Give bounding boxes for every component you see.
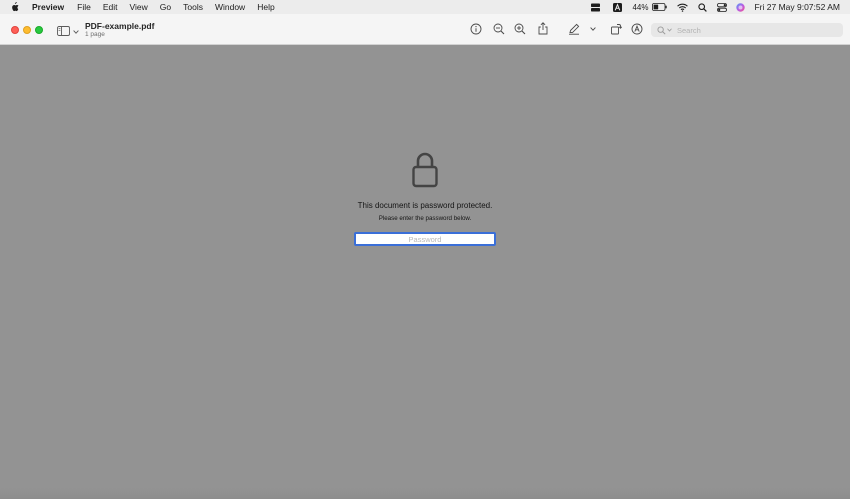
- document-page-count: 1 page: [85, 31, 105, 38]
- status-area: 44% Fri 27 May 9:07:52 AM: [583, 0, 840, 14]
- menu-window[interactable]: Window: [215, 2, 245, 12]
- apple-icon[interactable]: [10, 2, 21, 12]
- document-title-area[interactable]: PDF-example.pdf 1 page: [85, 21, 154, 39]
- password-input[interactable]: [354, 232, 496, 246]
- markup-menu-chevron-down-icon[interactable]: [589, 23, 597, 35]
- document-viewer: This document is password protected. Ple…: [0, 45, 850, 499]
- document-title: PDF-example.pdf: [85, 21, 155, 31]
- wifi-icon[interactable]: [677, 3, 689, 12]
- window-toolbar: PDF-example.pdf 1 page: [0, 14, 850, 45]
- search-input[interactable]: [677, 25, 837, 35]
- siri-icon[interactable]: [736, 2, 746, 12]
- enter-password-instruction: Please enter the password below.: [378, 215, 472, 222]
- menu-tools[interactable]: Tools: [183, 2, 203, 12]
- bottom-edge-shadow: [0, 488, 850, 499]
- zoom-out-icon[interactable]: [493, 23, 505, 35]
- menu-app-preview[interactable]: Preview: [32, 2, 64, 12]
- close-window-button[interactable]: [11, 26, 19, 34]
- window-controls: [11, 26, 47, 34]
- pencil-icon[interactable]: [568, 23, 580, 35]
- lock-icon: [412, 152, 438, 193]
- menu-view[interactable]: View: [130, 2, 148, 12]
- sidebar-toggle-button[interactable]: [57, 23, 79, 41]
- search-field[interactable]: [651, 23, 843, 37]
- spotlight-search-icon[interactable]: [698, 2, 708, 12]
- menu-go[interactable]: Go: [160, 2, 171, 12]
- menu-help[interactable]: Help: [257, 2, 274, 12]
- chevron-down-icon: [73, 30, 79, 34]
- menu-bar: Preview File Edit View Go Tools Window H…: [0, 0, 850, 14]
- markup-circle-icon[interactable]: [631, 23, 643, 35]
- battery-icon[interactable]: [652, 3, 668, 11]
- sidebar-icon: [57, 23, 70, 41]
- zoom-window-button[interactable]: [35, 26, 43, 34]
- menu-clock[interactable]: Fri 27 May 9:07:52 AM: [754, 2, 840, 12]
- battery-percentage: 44%: [632, 2, 649, 12]
- control-center-icon[interactable]: [717, 2, 728, 12]
- rotate-icon[interactable]: [610, 23, 622, 35]
- minimize-window-button[interactable]: [23, 26, 31, 34]
- info-icon[interactable]: [470, 23, 482, 35]
- search-options-chevron-icon: [667, 28, 672, 32]
- search-icon: [657, 25, 666, 35]
- menu-edit[interactable]: Edit: [103, 2, 118, 12]
- share-icon[interactable]: [537, 22, 549, 35]
- input-source-icon[interactable]: [613, 2, 623, 12]
- zoom-in-icon[interactable]: [514, 23, 526, 35]
- menu-file[interactable]: File: [77, 2, 91, 12]
- password-protected-message: This document is password protected.: [357, 201, 493, 210]
- stacked-bars-icon[interactable]: [591, 3, 601, 12]
